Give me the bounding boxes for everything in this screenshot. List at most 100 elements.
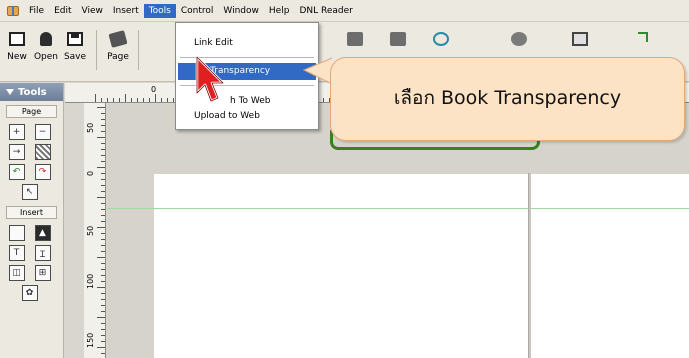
ruler-tick bbox=[101, 125, 105, 126]
menu-bar: File Edit View Insert Tools Control Wind… bbox=[0, 0, 689, 22]
menu-control[interactable]: Control bbox=[176, 4, 219, 18]
ruler-tick bbox=[101, 353, 105, 354]
callout-text: เลือก Book Transparency bbox=[393, 87, 622, 109]
section-insert-label: Insert bbox=[6, 206, 57, 219]
ruler-tick bbox=[97, 287, 105, 288]
menu-help[interactable]: Help bbox=[264, 4, 295, 18]
ruler-tick bbox=[101, 299, 105, 300]
rotate-right-button[interactable]: ↷ bbox=[34, 164, 51, 180]
ruler-vertical: 50 0 50 100 150 bbox=[84, 103, 106, 358]
ruler-tick bbox=[113, 98, 114, 102]
upload-icon bbox=[433, 32, 449, 46]
next-page-button[interactable]: → bbox=[8, 144, 25, 160]
ruler-tick bbox=[119, 98, 120, 102]
ruler-tick bbox=[97, 317, 105, 318]
window-icon bbox=[572, 32, 588, 46]
pointer-tool-button[interactable]: ↖ bbox=[21, 184, 38, 200]
page-label: Page bbox=[107, 52, 129, 62]
insert-effect-button[interactable]: ✿ bbox=[21, 285, 38, 301]
menu-window[interactable]: Window bbox=[218, 4, 264, 18]
ruler-tick bbox=[97, 137, 105, 138]
ruler-tick bbox=[101, 269, 105, 270]
ruler-tick bbox=[323, 98, 324, 102]
ruler-tick bbox=[101, 161, 105, 162]
ruler-v-label: 150 bbox=[86, 332, 95, 348]
ruler-tick bbox=[101, 311, 105, 312]
ruler-tick bbox=[101, 149, 105, 150]
open-button[interactable]: Open bbox=[31, 28, 61, 70]
ruler-tick bbox=[97, 197, 105, 198]
toolbar-separator bbox=[96, 30, 97, 70]
open-folder-icon bbox=[40, 32, 52, 46]
menu-file[interactable]: File bbox=[24, 4, 49, 18]
ruler-tick bbox=[97, 347, 105, 348]
ruler-tick bbox=[101, 281, 105, 282]
ruler-tick bbox=[101, 221, 105, 222]
ruler-tick bbox=[97, 107, 105, 108]
ruler-tick bbox=[161, 98, 162, 102]
mouse-pointer-icon bbox=[195, 55, 225, 103]
save-button[interactable]: Save bbox=[60, 28, 90, 70]
ruler-tick bbox=[101, 263, 105, 264]
insert-image-button[interactable]: ▲ bbox=[34, 225, 51, 241]
new-label: New bbox=[7, 52, 27, 62]
page-background-button[interactable] bbox=[34, 144, 51, 160]
ruler-tick bbox=[101, 305, 105, 306]
ruler-tick bbox=[97, 257, 105, 258]
app-logo-icon bbox=[6, 5, 20, 17]
ruler-tick bbox=[101, 173, 105, 174]
collapse-triangle-icon bbox=[6, 89, 14, 95]
rotate-left-button[interactable]: ↶ bbox=[8, 164, 25, 180]
add-page-button[interactable]: + bbox=[8, 124, 25, 140]
tools-palette: Tools Page + − → ↶ ↷ ↖ Insert ▲ T Ɪ ◫ ⊞ … bbox=[0, 83, 64, 358]
new-document-icon bbox=[9, 32, 25, 46]
ruler-tick bbox=[101, 119, 105, 120]
ruler-tick bbox=[101, 245, 105, 246]
page-tools-grid-2: ↖ bbox=[0, 182, 63, 202]
ruler-tick bbox=[101, 155, 105, 156]
save-disk-icon bbox=[67, 32, 83, 46]
ruler-tick bbox=[101, 98, 102, 102]
page-tools-grid: + − → ↶ ↷ bbox=[0, 122, 63, 182]
menu-view[interactable]: View bbox=[77, 4, 108, 18]
insert-media-button[interactable]: ◫ bbox=[8, 265, 25, 281]
ruler-tick bbox=[149, 98, 150, 102]
ruler-tick bbox=[101, 275, 105, 276]
ruler-tick bbox=[101, 215, 105, 216]
toolbar-separator bbox=[138, 30, 139, 70]
insert-tools-grid: ▲ T Ɪ ◫ ⊞ bbox=[0, 223, 63, 283]
ruler-tick bbox=[101, 239, 105, 240]
palette-header[interactable]: Tools bbox=[0, 83, 63, 101]
ruler-v-label: 100 bbox=[86, 273, 95, 289]
menu-dnl-reader[interactable]: DNL Reader bbox=[294, 4, 357, 18]
ruler-tick bbox=[101, 251, 105, 252]
page-settings-icon bbox=[108, 30, 128, 48]
ruler-tick bbox=[101, 329, 105, 330]
ruler-tick bbox=[101, 191, 105, 192]
ruler-tick bbox=[107, 98, 108, 102]
ruler-tick bbox=[95, 94, 96, 102]
remove-page-button[interactable]: − bbox=[34, 124, 51, 140]
menu-tools[interactable]: Tools bbox=[143, 3, 176, 18]
page-button[interactable]: Page bbox=[103, 28, 133, 70]
insert-table-button[interactable]: ⊞ bbox=[34, 265, 51, 281]
new-button[interactable]: New bbox=[2, 28, 32, 70]
section-page-label: Page bbox=[6, 105, 57, 118]
ruler-tick bbox=[101, 335, 105, 336]
ruler-tick bbox=[125, 94, 126, 102]
insert-text-button[interactable]: T bbox=[8, 245, 25, 261]
ruler-tick bbox=[155, 94, 156, 102]
insert-rectangle-button[interactable] bbox=[8, 225, 25, 241]
globe-icon bbox=[511, 32, 527, 46]
menu-item-upload-to-web[interactable]: Upload to Web bbox=[178, 108, 316, 125]
book-page[interactable] bbox=[154, 174, 689, 358]
ruler-tick bbox=[101, 323, 105, 324]
ruler-tick bbox=[97, 167, 105, 168]
ruler-tick bbox=[101, 209, 105, 210]
menu-insert[interactable]: Insert bbox=[108, 4, 144, 18]
insert-text-field-button[interactable]: Ɪ bbox=[34, 245, 51, 261]
ruler-tick bbox=[167, 98, 168, 102]
ruler-tick bbox=[137, 98, 138, 102]
menu-edit[interactable]: Edit bbox=[49, 4, 76, 18]
menu-item-link-edit[interactable]: Link Edit bbox=[178, 35, 316, 52]
